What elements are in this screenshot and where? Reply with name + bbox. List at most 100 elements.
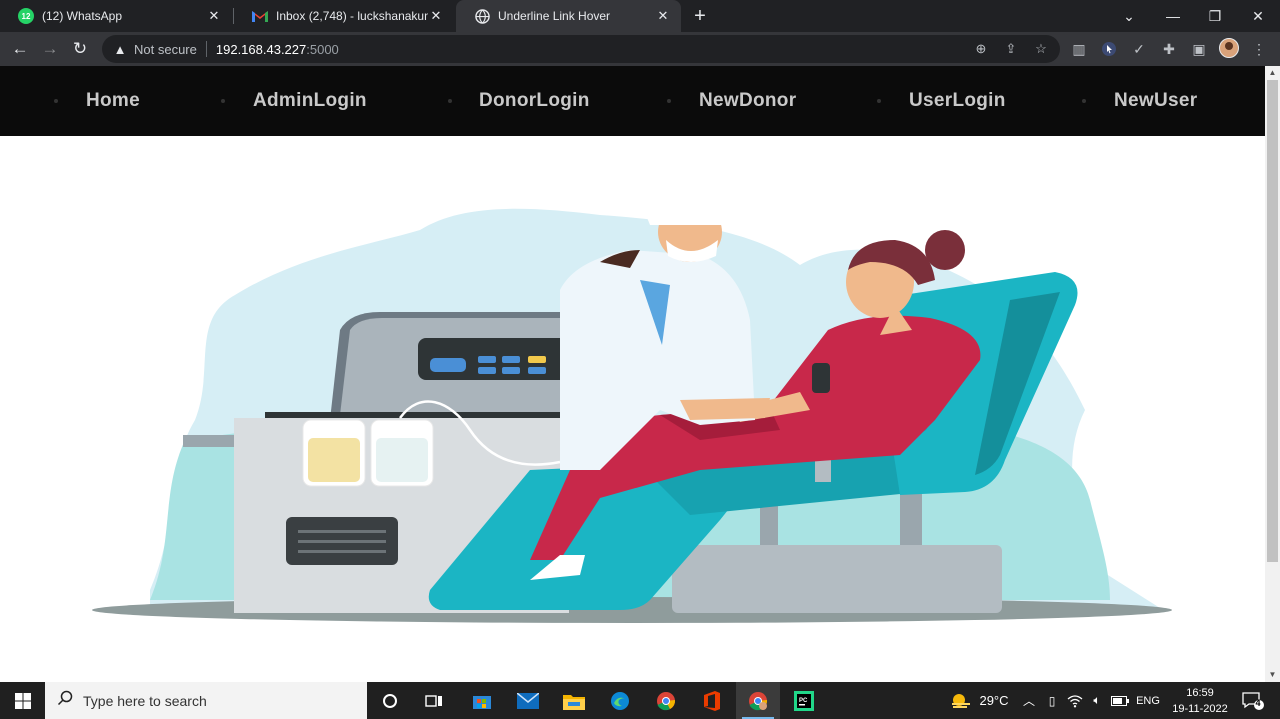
nav-donor-login-link[interactable]: DonorLogin [479,90,590,112]
close-icon[interactable]: ✕ [428,8,444,24]
windows-start-icon[interactable] [0,682,45,719]
nav-item-user-login[interactable]: UserLogin [877,90,1005,111]
page-scrollbar[interactable]: ▲ ▼ [1265,66,1280,682]
tab-underline-link-hover[interactable]: Underline Link Hover ✕ [456,0,681,32]
bullet-icon [54,99,58,103]
chrome-profile-icon[interactable] [736,682,780,719]
file-explorer-icon[interactable] [552,682,596,719]
battery-icon[interactable] [1109,682,1131,719]
notification-center-icon[interactable]: 4 [1236,682,1270,719]
windows-taskbar: Type here to search PC 29°C ︿ ▯ 🔈︎ ENG 1… [0,682,1280,719]
chrome-icon[interactable] [644,682,688,719]
chair-base [672,545,1002,613]
zoom-icon[interactable]: ⊕ [972,40,990,58]
plasma-fluid [308,438,360,482]
scroll-up-icon[interactable]: ▲ [1265,66,1280,80]
nav-home-link[interactable]: Home [86,90,140,112]
vent-slot [298,540,386,543]
volume-muted-icon[interactable]: 🔈︎ [1086,682,1108,719]
reload-icon[interactable]: ↻ [68,37,92,61]
extension-check-icon[interactable]: ✓ [1129,39,1149,59]
blood-pressure-cuff [812,363,830,393]
nav-admin-login-link[interactable]: AdminLogin [253,90,367,112]
nav-user-login-link[interactable]: UserLogin [909,90,1006,112]
machine-rail [265,412,575,418]
gmail-icon [252,8,268,24]
clock-time: 16:59 [1186,687,1214,699]
vent-slot [298,530,386,533]
nav-item-donor-login[interactable]: DonorLogin [448,90,589,111]
pycharm-icon[interactable]: PC [782,682,826,719]
clock-date: 19-11-2022 [1172,703,1228,715]
extension-cursor-icon[interactable] [1099,39,1119,59]
cortana-icon[interactable] [368,682,412,719]
search-icon [57,690,73,711]
nav-item-new-user[interactable]: NewUser [1082,90,1197,111]
extension-chart-icon[interactable]: ▥ [1069,39,1089,59]
bookmark-star-icon[interactable]: ☆ [1032,40,1050,58]
input-language[interactable]: ENG [1133,682,1163,719]
close-icon[interactable]: ✕ [206,8,222,24]
close-icon[interactable]: ✕ [655,8,671,24]
office-icon[interactable] [690,682,734,719]
tab-whatsapp[interactable]: 12 (12) WhatsApp ✕ [0,0,232,32]
new-tab-button[interactable]: + [690,6,710,26]
nav-new-donor-link[interactable]: NewDonor [699,90,796,112]
tab-title: Underline Link Hover [498,9,611,23]
share-icon[interactable]: ⇪ [1002,40,1020,58]
machine-button [502,356,520,363]
svg-text:PC: PC [799,698,808,704]
bullet-icon [877,99,881,103]
more-menu-icon[interactable]: ⋮ [1249,39,1269,59]
notification-count: 4 [1255,698,1261,708]
edge-icon[interactable] [598,682,642,719]
forward-arrow-icon[interactable]: → [38,37,62,61]
machine-button [502,367,520,374]
back-arrow-icon[interactable]: ← [8,37,32,61]
machine-button [430,358,466,372]
scroll-down-icon[interactable]: ▼ [1265,668,1280,682]
url-host: 192.168.43.227 [215,41,307,57]
minimize-icon[interactable]: — [1151,0,1195,32]
nav-item-admin-login[interactable]: AdminLogin [221,90,367,111]
tab-search-chevron-icon[interactable]: ⌄ [1107,0,1151,32]
page-viewport: Home AdminLogin DonorLogin NewDonor User… [0,66,1265,682]
machine-button [478,367,496,374]
profile-avatar[interactable] [1219,38,1239,58]
nav-item-home[interactable]: Home [54,90,140,111]
whatsapp-icon: 12 [18,8,34,24]
mail-icon[interactable] [506,682,550,719]
show-hidden-icons-chevron-icon[interactable]: ︿ [1019,682,1039,719]
scroll-thumb[interactable] [1267,80,1278,562]
restore-icon[interactable]: ❐ [1193,0,1237,32]
address-bar[interactable]: ▲ Not secure 192.168.43.227:5000 ⊕ ⇪ ☆ [102,35,1060,63]
not-secure-label: Not secure [134,41,197,57]
bullet-icon [448,99,452,103]
machine-button [478,356,496,363]
tab-gmail[interactable]: Inbox (2,748) - luckshanakumaresan ✕ [234,0,454,32]
task-view-icon[interactable] [412,682,456,719]
nav-item-new-donor[interactable]: NewDonor [667,90,796,111]
taskbar-search-box[interactable]: Type here to search [45,682,367,719]
globe-icon [474,8,490,24]
meet-now-icon[interactable]: ▯ [1042,682,1062,719]
taskbar-clock[interactable]: 16:59 19-11-2022 [1168,685,1232,717]
machine-button [528,367,546,374]
extensions-puzzle-icon[interactable]: ✚ [1159,39,1179,59]
search-placeholder: Type here to search [83,692,207,709]
weather-temperature[interactable]: 29°C [976,682,1012,719]
wifi-icon[interactable] [1064,682,1086,719]
blood-donation-illustration [92,192,1172,623]
window-close-icon[interactable]: ✕ [1236,0,1280,32]
nav-new-user-link[interactable]: NewUser [1114,90,1197,112]
warning-icon: ▲ [113,41,127,57]
microsoft-store-icon[interactable] [460,682,504,719]
weather-icon[interactable] [946,682,976,719]
bullet-icon [1082,99,1086,103]
side-panel-icon[interactable]: ▣ [1189,39,1209,59]
bullet-icon [667,99,671,103]
vent-slot [298,550,386,553]
url-port: :5000 [306,41,339,57]
browser-toolbar: ← → ↻ ▲ Not secure 192.168.43.227:5000 ⊕… [0,32,1280,66]
tab-title: (12) WhatsApp [42,9,123,23]
